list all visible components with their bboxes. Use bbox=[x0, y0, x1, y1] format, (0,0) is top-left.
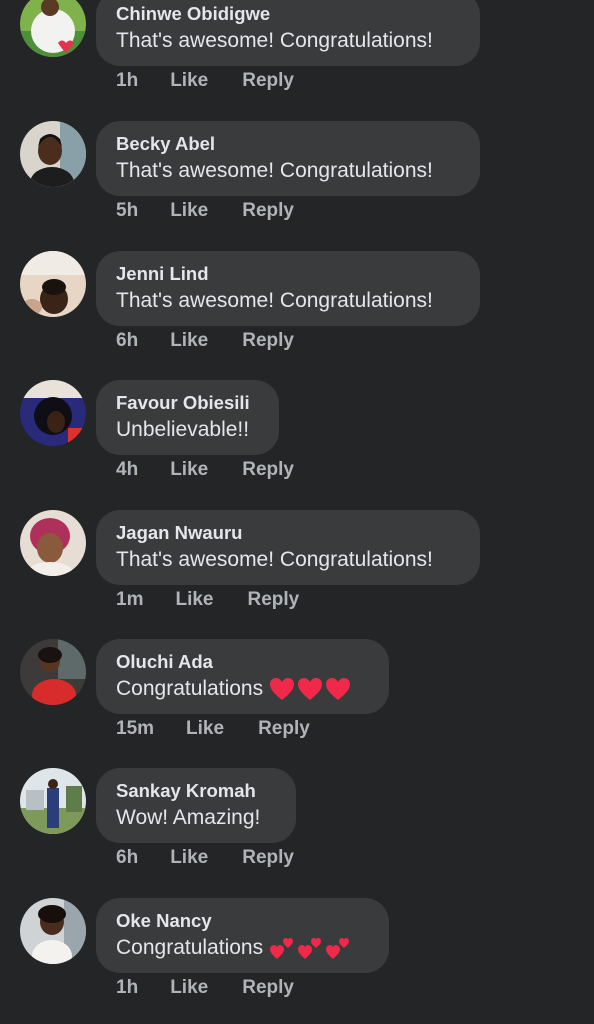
comment-item: Becky Abel That's awesome! Congratulatio… bbox=[0, 121, 594, 250]
avatar[interactable] bbox=[20, 121, 86, 187]
comment-actions: 4h Like Reply bbox=[116, 458, 294, 482]
avatar[interactable] bbox=[20, 380, 86, 446]
comment-item: Oluchi Ada Congratulations 15m Like Repl… bbox=[0, 639, 594, 768]
author-name[interactable]: Oluchi Ada bbox=[116, 650, 369, 674]
like-button[interactable]: Like bbox=[170, 69, 208, 93]
author-name[interactable]: Becky Abel bbox=[116, 132, 460, 156]
comment-item: Sankay Kromah Wow! Amazing! 6h Like Repl… bbox=[0, 768, 594, 897]
avatar[interactable] bbox=[20, 639, 86, 705]
author-name[interactable]: Sankay Kromah bbox=[116, 779, 276, 803]
comment-text-content: Congratulations bbox=[116, 936, 264, 959]
author-name[interactable]: Jagan Nwauru bbox=[116, 521, 460, 545]
like-button[interactable]: Like bbox=[170, 976, 208, 1000]
author-name[interactable]: Chinwe Obidigwe bbox=[116, 2, 460, 26]
reply-button[interactable]: Reply bbox=[258, 717, 310, 741]
reply-button[interactable]: Reply bbox=[242, 976, 294, 1000]
timestamp[interactable]: 5h bbox=[116, 199, 138, 223]
timestamp[interactable]: 15m bbox=[116, 717, 154, 741]
like-button[interactable]: Like bbox=[170, 846, 208, 870]
comment-text-content: Congratulations bbox=[116, 677, 264, 700]
reply-button[interactable]: Reply bbox=[248, 588, 300, 612]
red-heart-icon bbox=[326, 678, 351, 700]
avatar[interactable] bbox=[20, 251, 86, 317]
comment-actions: 15m Like Reply bbox=[116, 717, 310, 741]
author-name[interactable]: Oke Nancy bbox=[116, 909, 369, 933]
comment-text: That's awesome! Congratulations! bbox=[116, 548, 433, 571]
comment-actions: 6h Like Reply bbox=[116, 846, 294, 870]
comment-actions: 6h Like Reply bbox=[116, 329, 294, 353]
like-button[interactable]: Like bbox=[170, 329, 208, 353]
like-button[interactable]: Like bbox=[170, 199, 208, 223]
comment-text: Unbelievable!! bbox=[116, 418, 250, 441]
comments-list: Chinwe Obidigwe That's awesome! Congratu… bbox=[0, 0, 594, 1024]
like-button[interactable]: Like bbox=[186, 717, 224, 741]
two-hearts-icon bbox=[326, 938, 350, 959]
hearts-emoji bbox=[269, 935, 351, 961]
timestamp[interactable]: 1h bbox=[116, 69, 138, 93]
like-button[interactable]: Like bbox=[175, 588, 213, 612]
comment-text: Congratulations bbox=[116, 933, 369, 963]
timestamp[interactable]: 6h bbox=[116, 329, 138, 353]
hearts-emoji bbox=[269, 677, 351, 701]
comment-bubble: Oluchi Ada Congratulations bbox=[96, 639, 389, 714]
comment-bubble: Chinwe Obidigwe That's awesome! Congratu… bbox=[96, 0, 480, 66]
avatar[interactable] bbox=[20, 898, 86, 964]
comment-item: Oke Nancy Congratulations 1h Like Reply bbox=[0, 898, 594, 1024]
comment-item: Jagan Nwauru That's awesome! Congratulat… bbox=[0, 510, 594, 639]
author-name[interactable]: Jenni Lind bbox=[116, 262, 460, 286]
comment-actions: 5h Like Reply bbox=[116, 199, 294, 223]
like-button[interactable]: Like bbox=[170, 458, 208, 482]
reply-button[interactable]: Reply bbox=[242, 846, 294, 870]
avatar[interactable] bbox=[20, 510, 86, 576]
avatar[interactable] bbox=[20, 768, 86, 834]
comment-bubble: Oke Nancy Congratulations bbox=[96, 898, 389, 973]
red-heart-icon bbox=[298, 678, 323, 700]
timestamp[interactable]: 1m bbox=[116, 588, 143, 612]
reply-button[interactable]: Reply bbox=[242, 69, 294, 93]
comment-actions: 1h Like Reply bbox=[116, 976, 294, 1000]
comment-text: That's awesome! Congratulations! bbox=[116, 289, 433, 312]
comment-item: Jenni Lind That's awesome! Congratulatio… bbox=[0, 251, 594, 380]
two-hearts-icon bbox=[270, 938, 294, 959]
comment-item: Chinwe Obidigwe That's awesome! Congratu… bbox=[0, 0, 594, 120]
timestamp[interactable]: 4h bbox=[116, 458, 138, 482]
author-name[interactable]: Favour Obiesili bbox=[116, 391, 259, 415]
comment-actions: 1m Like Reply bbox=[116, 588, 299, 612]
reply-button[interactable]: Reply bbox=[242, 199, 294, 223]
reply-button[interactable]: Reply bbox=[242, 458, 294, 482]
comment-item: Favour Obiesili Unbelievable!! 4h Like R… bbox=[0, 380, 594, 509]
comment-bubble: Sankay Kromah Wow! Amazing! bbox=[96, 768, 296, 843]
reply-button[interactable]: Reply bbox=[242, 329, 294, 353]
comment-bubble: Jenni Lind That's awesome! Congratulatio… bbox=[96, 251, 480, 326]
two-hearts-icon bbox=[298, 938, 322, 959]
comment-text: Wow! Amazing! bbox=[116, 806, 261, 829]
timestamp[interactable]: 1h bbox=[116, 976, 138, 1000]
comment-actions: 1h Like Reply bbox=[116, 69, 294, 93]
timestamp[interactable]: 6h bbox=[116, 846, 138, 870]
comment-bubble: Becky Abel That's awesome! Congratulatio… bbox=[96, 121, 480, 196]
comment-text: Congratulations bbox=[116, 674, 369, 704]
comment-text: That's awesome! Congratulations! bbox=[116, 29, 433, 52]
red-heart-icon bbox=[270, 678, 295, 700]
comment-bubble: Jagan Nwauru That's awesome! Congratulat… bbox=[96, 510, 480, 585]
comment-text: That's awesome! Congratulations! bbox=[116, 159, 433, 182]
avatar[interactable] bbox=[20, 0, 86, 57]
comment-bubble: Favour Obiesili Unbelievable!! bbox=[96, 380, 279, 455]
